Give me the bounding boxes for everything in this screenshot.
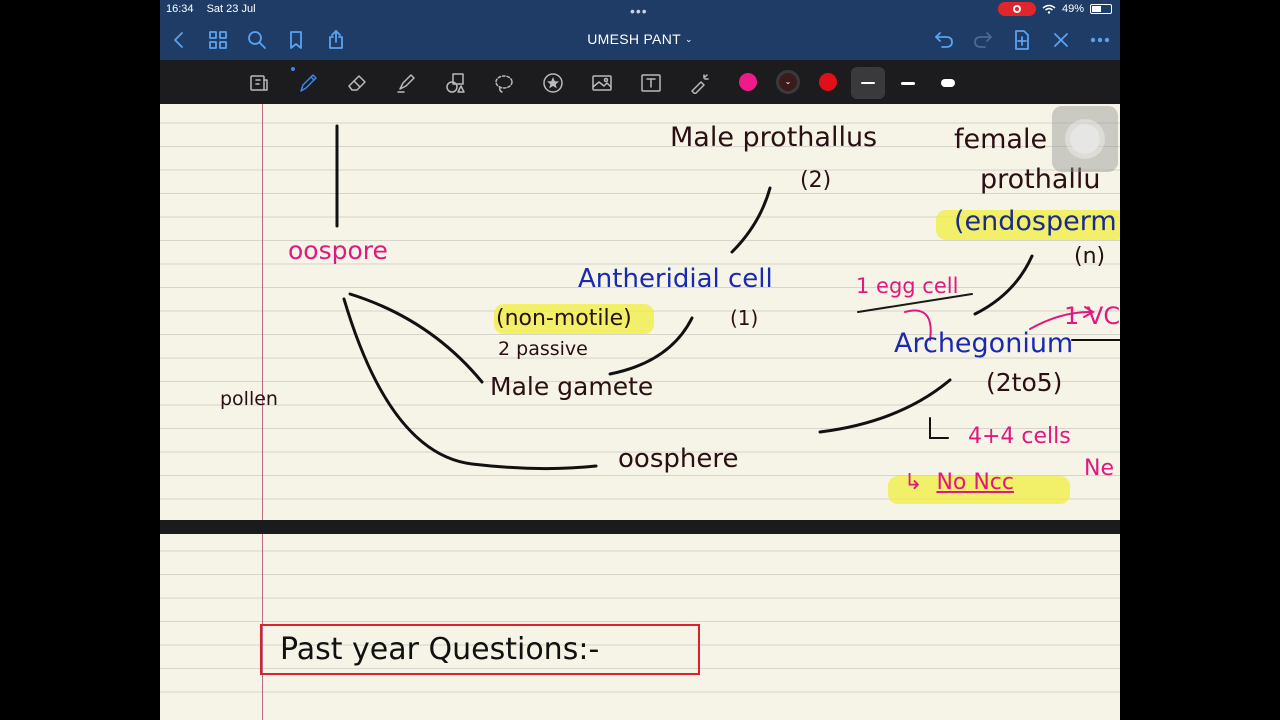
redo-icon[interactable] [971,28,995,52]
assistive-touch-button[interactable] [1052,106,1118,172]
text-box-icon[interactable] [637,69,665,97]
color-swatch-dark-brown[interactable]: ⌄ [779,73,797,91]
highlighter-icon[interactable] [392,69,420,97]
notebook-page-1[interactable]: oospore Male prothallus (2) female proth… [160,104,1120,520]
shapes-icon[interactable] [441,69,469,97]
eraser-icon[interactable] [343,69,371,97]
stroke-cells-bullet [929,417,949,439]
sticker-icon[interactable] [539,69,567,97]
multitasking-grabber[interactable]: ••• [630,3,648,19]
document-title-text: UMESH PANT [587,31,681,47]
chevron-down-icon: ⌄ [684,34,693,44]
more-icon[interactable] [1088,28,1112,52]
color-swatch-red[interactable] [819,73,837,91]
label-archegonium: Archegonium [894,328,1074,359]
label-egg-cell: 1 egg cell [856,274,959,298]
lasso-icon[interactable] [490,69,518,97]
label-ne: Ne [1084,456,1114,481]
label-female-ploidy: (n) [1074,244,1106,269]
add-page-icon[interactable] [1010,28,1034,52]
label-oosphere: oosphere [618,444,739,474]
laser-pointer-icon[interactable] [686,69,714,97]
stroke-size-thick[interactable] [931,67,965,99]
drawing-toolbar: ⌄ [160,60,1120,104]
top-bar: 16:34 Sat 23 Jul ••• 49% UMESH PANT ⌄ [160,0,1120,60]
label-oospore: oospore [288,236,388,265]
notebook-page-2[interactable]: Past year Questions:- [160,534,1120,720]
past-year-questions-box: Past year Questions:- [260,624,700,675]
label-lvc: 1 VC [1064,302,1120,330]
margin-note-pollen: pollen [220,388,278,410]
pen-icon[interactable] [294,69,322,97]
stroke-size-fine[interactable] [851,67,885,99]
arrow-bullet: ↳ [904,470,923,495]
bluetooth-pencil-indicator [291,67,295,71]
lasso-scan-icon[interactable] [245,69,273,97]
chevron-down-icon: ⌄ [784,77,792,86]
label-no-ncc-text: No Ncc [936,470,1014,495]
nav-bar: UMESH PANT ⌄ [160,22,1120,58]
label-male-prothallus: Male prothallus [670,122,878,153]
undo-icon[interactable] [932,28,956,52]
status-time: 16:34 [166,3,194,15]
label-male-gamete: Male gamete [490,372,654,401]
image-icon[interactable] [588,69,616,97]
status-indicators: 49% [997,2,1112,16]
color-swatch-pink[interactable] [739,73,757,91]
status-bar: 16:34 Sat 23 Jul [166,3,266,15]
label-no-ncc: ↳ No Ncc [904,470,1014,495]
stroke-prothallus-antheridial [730,186,772,254]
stroke-prothallus-archegonium [973,254,1034,316]
screen-recording-icon[interactable] [997,2,1036,16]
label-passive: 2 passive [498,338,588,360]
page-separator [160,520,1120,534]
battery-percent: 49% [1061,3,1084,15]
ipad-screen: 16:34 Sat 23 Jul ••• 49% UMESH PANT ⌄ ⌄ … [160,0,1120,720]
stroke-size-medium[interactable] [891,67,925,99]
past-year-questions-heading: Past year Questions:- [280,632,600,667]
label-endosperm: (endosperm [954,206,1117,237]
label-cells: 4+4 cells [968,424,1071,449]
label-male-prothallus-ploidy: (2) [800,168,832,193]
close-icon[interactable] [1049,28,1073,52]
label-non-motile: (non-motile) [496,306,632,331]
wifi-icon [1042,4,1056,14]
label-female: female [954,124,1048,155]
label-archegonium-count: (2to5) [986,368,1063,397]
status-date: Sat 23 Jul [206,3,256,15]
label-antheridial-cell: Antheridial cell [578,264,773,294]
label-antheridial-ploidy: (1) [730,306,759,330]
battery-icon [1090,4,1112,14]
